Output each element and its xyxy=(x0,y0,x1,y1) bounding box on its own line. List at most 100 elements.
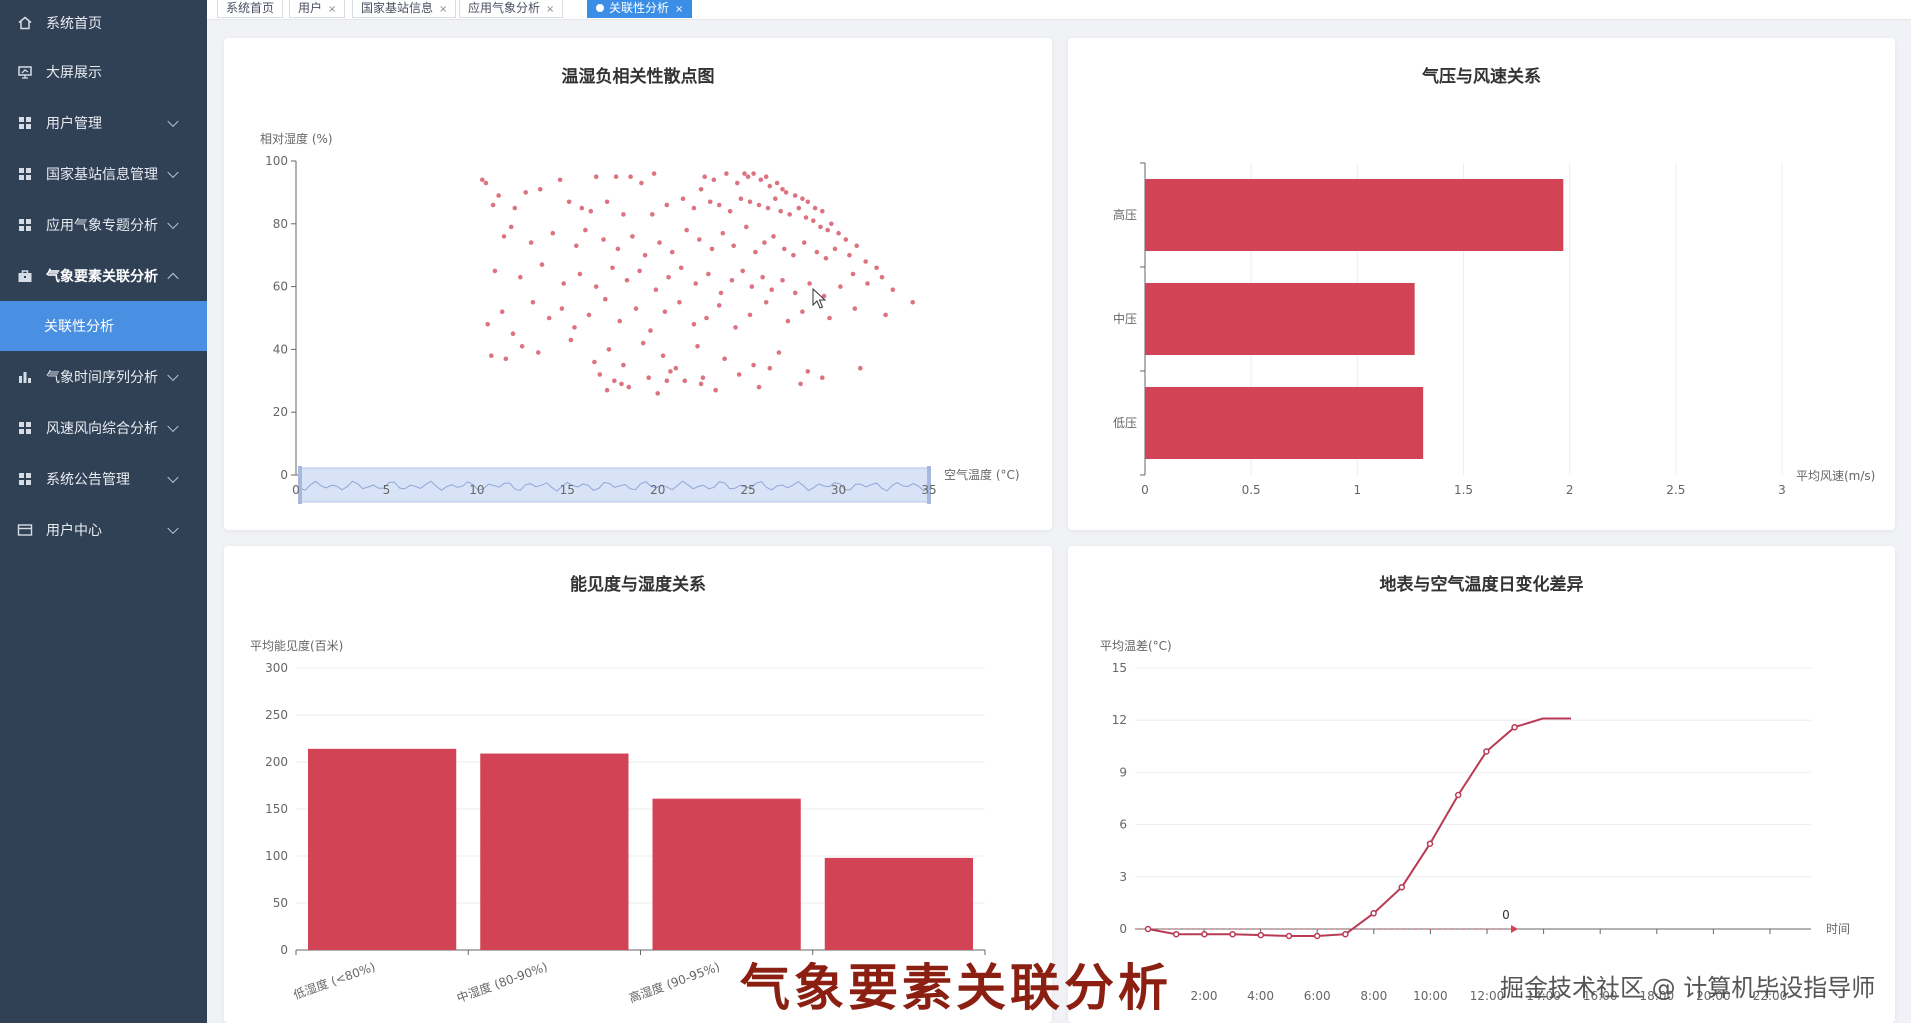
scatter-point xyxy=(720,230,726,236)
scatter-point xyxy=(756,202,762,208)
scatter-point xyxy=(546,315,552,321)
x-tick-label: 2 xyxy=(1566,483,1574,497)
scatter-point xyxy=(733,325,738,330)
scatter-point xyxy=(753,249,758,255)
x-tick-label: 中湿度 (80-90%) xyxy=(455,959,550,1006)
scatter-point xyxy=(729,278,735,283)
scatter-point xyxy=(854,243,859,249)
scatter-point xyxy=(574,243,579,249)
x-tick-label: 10:00 xyxy=(1413,989,1448,1003)
scatter-point xyxy=(664,378,670,384)
series-point xyxy=(1313,932,1321,940)
sidebar-item[interactable]: 系统公告管理 xyxy=(0,453,207,504)
scatter-point xyxy=(711,177,717,183)
scatter-point xyxy=(501,234,507,239)
pressure-wind-chart-card: 气压与风速关系 0 0.5 1 1.5 2 2.5 3 高压 中压 低压 平均风速(m/s) xyxy=(1068,38,1895,530)
sidebar-item[interactable]: 国家基站信息管理 xyxy=(0,148,207,199)
chevron-down-icon xyxy=(167,166,179,178)
scatter-point xyxy=(666,274,671,280)
scatter-point xyxy=(782,246,787,252)
sidebar-item-label: 大屏展示 xyxy=(46,64,102,81)
scatter-point xyxy=(792,290,798,296)
tab-item[interactable]: 应用气象分析 × xyxy=(459,0,564,18)
scatter-point xyxy=(628,174,633,179)
scatter-point xyxy=(492,268,498,274)
scatter-point xyxy=(724,171,729,176)
scatter-point xyxy=(758,177,764,183)
close-icon[interactable]: × xyxy=(439,4,447,15)
chevron-down-icon xyxy=(167,522,179,534)
close-icon[interactable]: × xyxy=(328,4,336,15)
grid-icon xyxy=(16,114,34,132)
scatter-point xyxy=(655,391,660,396)
scatter-point xyxy=(662,309,668,315)
scatter-point xyxy=(825,227,830,233)
scatter-point xyxy=(550,230,556,236)
sidebar-subitem-correlation-analysis[interactable]: 关联性分析 xyxy=(0,301,207,351)
scatter-point xyxy=(722,356,727,362)
scatter-point xyxy=(756,384,762,390)
scatter-point xyxy=(767,365,773,371)
scatter-point xyxy=(646,375,651,381)
scatter-point xyxy=(539,262,545,267)
sidebar-item[interactable]: 气象要素关联分析 xyxy=(0,250,207,301)
scatter-point xyxy=(785,318,791,324)
sidebar-item[interactable]: 用户管理 xyxy=(0,97,207,148)
y-tick-label: 60 xyxy=(273,280,288,294)
x-tick-label: 6:00 xyxy=(1304,989,1331,1003)
tab-item[interactable]: 国家基站信息 × xyxy=(352,0,457,18)
x-tick-label: 高湿度 (90-95%) xyxy=(627,959,722,1006)
sidebar-item-label: 国家基站信息管理 xyxy=(46,166,158,183)
scatter-point xyxy=(798,381,803,387)
tab-item[interactable]: 关联性分析 × xyxy=(587,0,693,18)
scatter-point xyxy=(669,249,675,255)
scatter-point xyxy=(528,240,534,245)
sidebar-item[interactable]: 应用气象专题分析 xyxy=(0,199,207,250)
y-tick-label: 6 xyxy=(1119,818,1127,832)
y-tick-label: 200 xyxy=(265,755,288,769)
scatter-point xyxy=(740,268,745,274)
bar xyxy=(1145,179,1564,251)
scatter-point xyxy=(780,278,785,283)
sidebar-item-label: 风速风向综合分析 xyxy=(46,420,158,437)
tab-item[interactable]: 用户 × xyxy=(289,0,346,18)
sidebar-item[interactable]: 气象时间序列分析 xyxy=(0,351,207,402)
bar xyxy=(1145,283,1415,355)
close-icon[interactable]: × xyxy=(546,4,554,15)
x-axis-label: 平均风速(m/s) xyxy=(1796,469,1875,483)
x-tick-label: 4:00 xyxy=(1247,989,1274,1003)
scatter-point xyxy=(593,284,599,289)
temperature-diff-chart-card: 地表与空气温度日变化差异 平均温差(°C) 0 3 6 9 12 15 2:00 4:00 6:0… xyxy=(1068,546,1895,1023)
scatter-point xyxy=(713,387,718,393)
scatter-chart: 相对湿度 (%) 0 20 40 60 80 100 空气温度 (°C) 0 5 10 15 20 25 3… xyxy=(260,131,1020,504)
horizontal-bar-chart: 0 0.5 1 1.5 2 2.5 3 高压中压低压平均风速(m/s) xyxy=(1113,162,1875,497)
bar xyxy=(480,753,629,950)
y-tick-label: 9 xyxy=(1119,765,1127,779)
scatter-point xyxy=(619,381,624,387)
sidebar: 系统首页大屏展示用户管理国家基站信息管理应用气象专题分析 气象要素关联分析 关联性分… xyxy=(0,0,207,1023)
sidebar-item[interactable]: 用户中心 xyxy=(0,504,207,555)
x-tick-label: 3 xyxy=(1778,483,1786,497)
tab-label: 关联性分析 xyxy=(609,1,670,15)
user-card-icon xyxy=(16,521,34,539)
scatter-point xyxy=(621,212,626,217)
scatter-point xyxy=(610,265,615,271)
scatter-point xyxy=(682,378,688,384)
scatter-point xyxy=(642,252,648,258)
scatter-point xyxy=(762,240,767,245)
scatter-point xyxy=(745,174,751,179)
scatter-point xyxy=(811,218,816,223)
sidebar-item[interactable]: 大屏展示 xyxy=(0,46,207,97)
sidebar-item[interactable]: 系统首页 xyxy=(0,0,207,46)
close-icon[interactable]: × xyxy=(675,4,683,15)
scatter-point xyxy=(597,372,603,377)
tab-item[interactable]: 系统首页 xyxy=(217,0,284,18)
scatter-point xyxy=(637,268,642,274)
scatter-point xyxy=(592,359,597,365)
scatter-point xyxy=(829,221,834,227)
bar xyxy=(1145,387,1424,459)
line-chart: 平均温差(°C)036912152:00 4:00 6:00 8:00 10:00 12:… xyxy=(1100,639,1850,1003)
series-point xyxy=(1201,930,1208,938)
chevron-up-icon xyxy=(167,272,179,284)
sidebar-item[interactable]: 风速风向综合分析 xyxy=(0,402,207,453)
